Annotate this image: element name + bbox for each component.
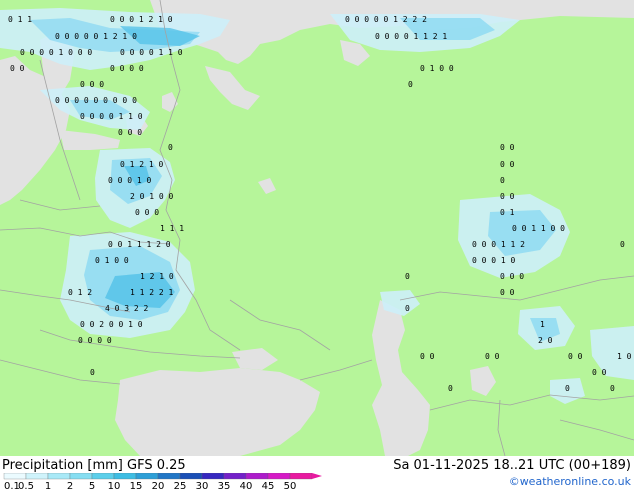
legend-label: 45 — [262, 481, 275, 490]
precip-value: 0 0 0 0 0 1 2 2 2 — [345, 15, 427, 24]
precip-value: 0 — [610, 384, 615, 393]
precip-value: 0 0 0 0 1 1 0 — [80, 112, 143, 121]
precipitation-map: 0 1 10 0 0 1 2 1 00 0 0 0 0 1 2 1 00 0 0… — [0, 0, 634, 456]
precip-value: 0 0 — [500, 192, 515, 201]
precip-value: 0 1 0 0 — [420, 64, 454, 73]
legend-label: 25 — [174, 481, 187, 490]
precip-value: 0 — [620, 240, 625, 249]
precip-value: 0 0 — [420, 352, 435, 361]
legend-swatch — [91, 473, 115, 480]
precip-value: 0 0 — [500, 160, 515, 169]
precip-value: 0 0 — [592, 368, 607, 377]
valid-time: Sa 01-11-2025 18..21 UTC (00+189) — [393, 458, 631, 473]
precip-value: 0 — [90, 368, 95, 377]
precip-value: 0 0 0 1 0 — [108, 176, 152, 185]
legend-swatch — [157, 473, 181, 480]
legend-label: 30 — [196, 481, 209, 490]
legend-label: 5 — [89, 481, 95, 490]
precip-value: 0 0 — [568, 352, 583, 361]
precip-value: 0 0 0 0 0 0 0 0 0 — [55, 96, 137, 105]
precip-value: 0 1 — [500, 208, 515, 217]
legend-label: 50 — [284, 481, 297, 490]
precip-value: 0 0 — [485, 352, 500, 361]
precip-value: 0 1 2 — [68, 288, 92, 297]
precip-value: 0 1 2 1 0 — [120, 160, 164, 169]
precip-value: 0 0 0 — [500, 272, 524, 281]
legend-swatch — [223, 473, 247, 480]
precip-value: 2 0 — [538, 336, 553, 345]
legend-label: 10 — [108, 481, 121, 490]
precip-value: 0 0 0 — [135, 208, 159, 217]
legend-swatch — [245, 473, 269, 480]
legend-swatch — [25, 473, 49, 480]
precip-value: 0 1 0 0 — [95, 256, 129, 265]
legend-swatch — [179, 473, 203, 480]
legend-swatch — [267, 473, 291, 480]
precip-value: 0 0 0 0 — [110, 64, 144, 73]
precip-value: 0 0 — [10, 64, 25, 73]
precip-value: 0 — [565, 384, 570, 393]
precip-value: 0 0 0 0 1 1 2 1 — [375, 32, 447, 41]
legend-arrow — [312, 473, 322, 479]
precip-value: 0 0 1 1 1 2 0 — [108, 240, 171, 249]
legend-label: 35 — [218, 481, 231, 490]
color-scale-legend: 0.10.5 1 2 5 10 15 20 25 30 35 40 45 50 — [3, 473, 322, 490]
precip-value: 0 — [168, 143, 173, 152]
legend-swatch — [135, 473, 159, 480]
legend-label: 15 — [130, 481, 143, 490]
precip-value: 1 1 1 — [160, 224, 184, 233]
precip-value: 4 0 3 2 2 — [105, 304, 149, 313]
precip-value: 2 0 1 0 0 — [130, 192, 174, 201]
credit-link[interactable]: ©weatheronline.co.uk — [509, 475, 631, 488]
legend-label: 1 — [45, 481, 51, 490]
precip-value: 0 0 0 — [118, 128, 142, 137]
precip-value: 1 0 — [617, 352, 632, 361]
precip-value: 0 0 — [500, 143, 515, 152]
legend-swatch — [47, 473, 71, 480]
precip-value: 0 0 0 0 0 1 2 1 0 — [55, 32, 137, 41]
footer-bar: Precipitation [mm] GFS 0.25 Sa 01-11-202… — [0, 456, 634, 490]
legend-label: 0.5 — [18, 481, 34, 490]
precip-value: 0 — [405, 272, 410, 281]
legend-label: 40 — [240, 481, 253, 490]
legend-label: 2 — [67, 481, 73, 490]
precip-value: 0 0 0 0 1 0 0 0 — [20, 48, 92, 57]
precip-value: 0 0 1 1 0 0 — [512, 224, 565, 233]
precip-value: 0 0 2 0 0 1 0 — [80, 320, 143, 329]
legend-swatch — [113, 473, 137, 480]
precip-value: 0 0 0 1 1 2 — [472, 240, 525, 249]
precip-value: 0 0 0 1 2 1 0 — [110, 15, 173, 24]
precip-value: 0 — [408, 80, 413, 89]
legend-swatch — [3, 473, 27, 480]
precip-value: 1 — [540, 320, 545, 329]
precip-value: 1 2 1 0 — [140, 272, 174, 281]
legend-swatch — [69, 473, 93, 480]
legend-swatch — [289, 473, 313, 480]
precip-value: 0 1 1 — [8, 15, 32, 24]
legend-label: 20 — [152, 481, 165, 490]
precip-value: 0 0 0 0 — [78, 336, 112, 345]
precip-value: 0 — [500, 176, 505, 185]
precip-value: 0 0 0 0 1 1 0 — [120, 48, 183, 57]
legend-swatch — [201, 473, 225, 480]
precip-value: 0 — [405, 304, 410, 313]
map-title: Precipitation [mm] GFS 0.25 — [2, 458, 186, 473]
precip-value: 0 0 0 1 0 — [472, 256, 516, 265]
precip-value: 1 1 2 2 1 — [130, 288, 174, 297]
precip-value: 0 0 0 — [80, 80, 104, 89]
precip-value: 0 — [448, 384, 453, 393]
precip-value: 0 0 — [500, 288, 515, 297]
